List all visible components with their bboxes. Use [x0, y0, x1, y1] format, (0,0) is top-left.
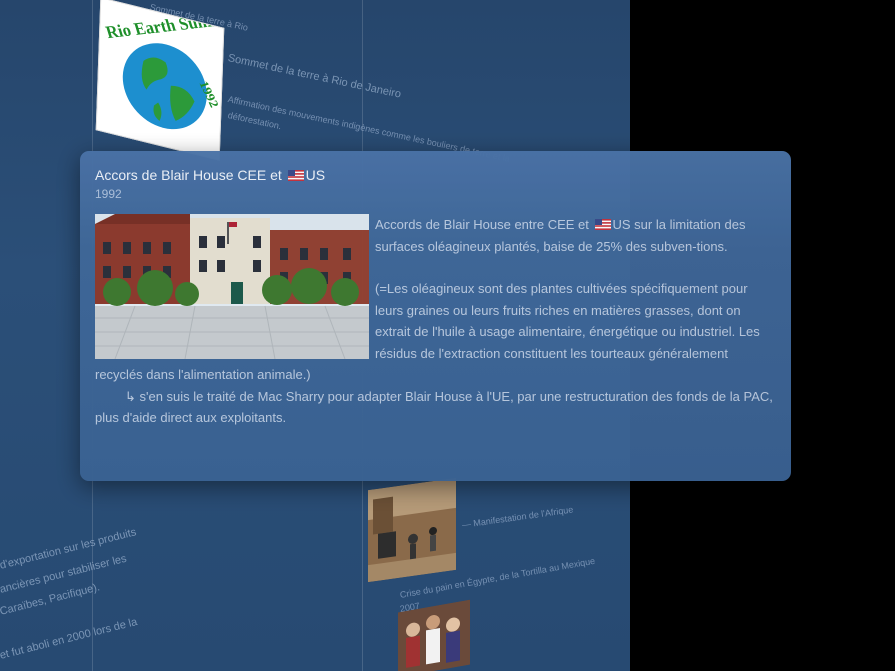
event-title: Accors de Blair House CEE et US [95, 167, 325, 183]
bg-left-text: et fut aboli en 2000 lors de la [0, 616, 139, 662]
street-scene-photo[interactable] [368, 477, 456, 583]
bg-caption: Sommet de la terre à Rio de Janeiro [226, 52, 403, 101]
crowd-photo[interactable] [398, 599, 470, 671]
event-title-text: Accors de Blair House CEE et [95, 167, 282, 183]
event-year: 1992 [95, 187, 122, 201]
rio-earth-summit-logo[interactable]: Rio Earth Summit 1992 [95, 0, 225, 161]
event-title-suffix: US [305, 167, 326, 183]
event-detail-card[interactable]: Accors de Blair House CEE et US 1992 Acc… [80, 151, 791, 481]
description-paragraph-3: ↳ s'en suis le traité de Mac Sharry pour… [95, 388, 773, 426]
us-flag-icon [287, 168, 304, 181]
us-flag-icon [594, 215, 611, 230]
paragraph-1-start: Accords de Blair House entre CEE et [375, 217, 589, 232]
event-description: Accords de Blair House entre CEE et US s… [95, 214, 777, 429]
bg-right-text: — Manifestation de l'Afrique [461, 504, 574, 530]
